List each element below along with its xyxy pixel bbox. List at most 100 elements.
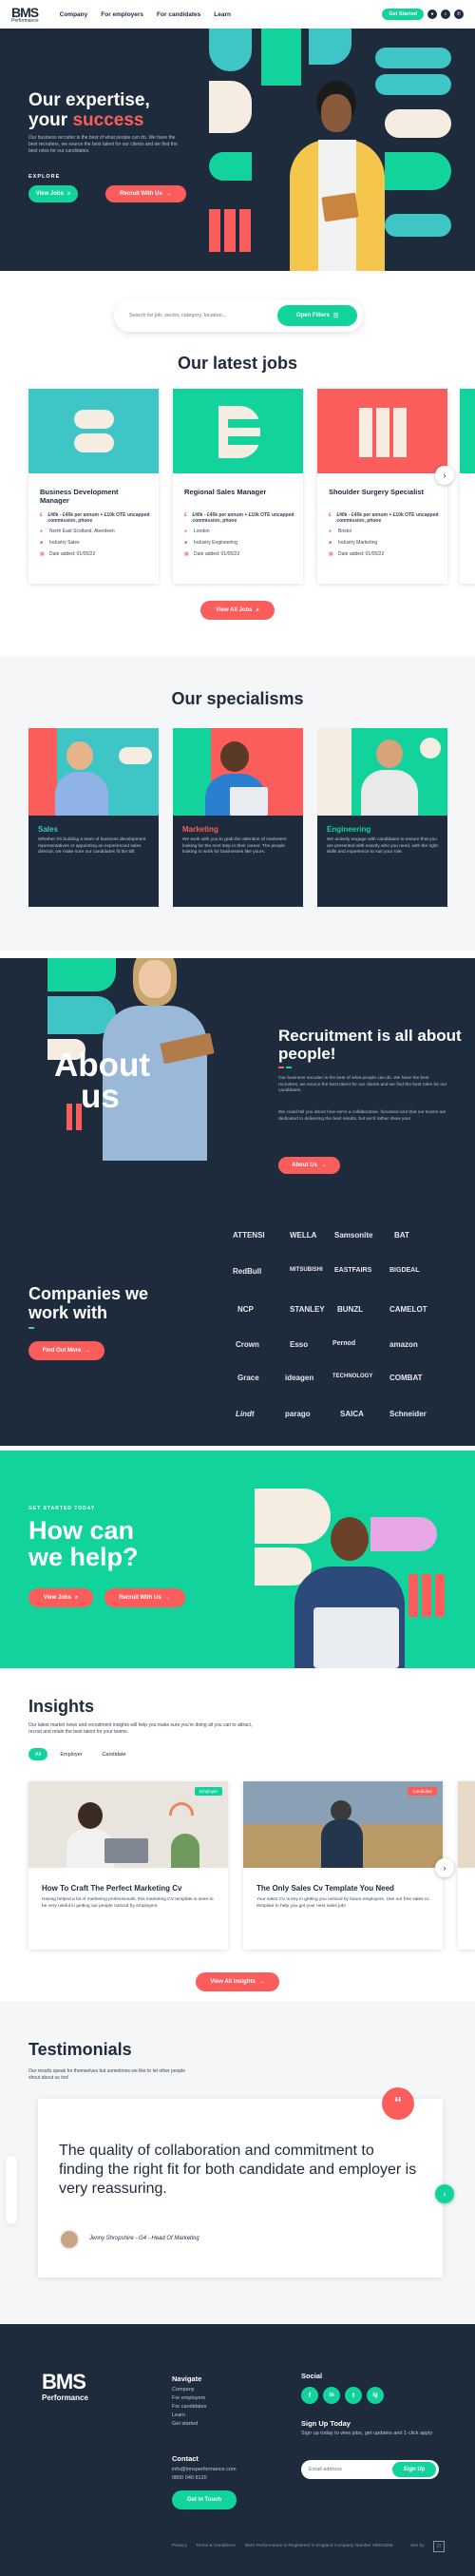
help-shape bbox=[435, 1574, 445, 1617]
footer-contact-heading: Contact bbox=[172, 2454, 199, 2463]
client-logo: COMBAT bbox=[390, 1374, 423, 1382]
pound-icon: £ bbox=[184, 512, 187, 518]
find-out-more-label: Find Out More bbox=[42, 1348, 82, 1354]
help-recruit-button[interactable]: Recruit With Us → bbox=[104, 1588, 185, 1607]
top-nav: BMS Performance Company For employers Fo… bbox=[0, 0, 475, 29]
job-location: ● London bbox=[184, 529, 298, 534]
hero-shape bbox=[239, 209, 251, 252]
privacy-link[interactable]: Privacy bbox=[172, 2544, 187, 2548]
hero-shape bbox=[209, 81, 252, 133]
specialism-card-sales[interactable]: Sales Whether it's building a team of bu… bbox=[28, 728, 159, 907]
specialism-text: Whether it's building a team of business… bbox=[38, 837, 146, 855]
specialism-card-engineering[interactable]: Engineering We actively engage with cand… bbox=[317, 728, 447, 907]
footer-link-employers[interactable]: For employers bbox=[172, 2395, 205, 2401]
job-card[interactable]: Shoulder Surgery Specialist £ £40k - £45k… bbox=[317, 389, 447, 584]
specialism-title: Sales bbox=[38, 825, 58, 834]
help-view-jobs-button[interactable]: View Jobs ⌕ bbox=[28, 1588, 93, 1607]
nav-link-candidates[interactable]: For candidates bbox=[157, 11, 200, 18]
hero: Our expertise, your success Our business… bbox=[0, 29, 475, 271]
nav-link-company[interactable]: Company bbox=[60, 11, 88, 18]
insights-next-arrow-icon[interactable]: › bbox=[435, 1858, 454, 1877]
filter-chip-employer[interactable]: Employer bbox=[53, 1748, 89, 1760]
agency-logo-icon[interactable]: D bbox=[433, 2541, 445, 2552]
footer-link-candidates[interactable]: For candidates bbox=[172, 2404, 206, 2410]
client-logo: RedBull bbox=[233, 1267, 262, 1276]
hero-title-accent: success bbox=[72, 110, 144, 130]
client-logo: Grace bbox=[238, 1374, 259, 1382]
footer-email-link[interactable]: info@bmsperformance.com bbox=[172, 2467, 237, 2472]
twitter-icon[interactable]: t bbox=[345, 2387, 362, 2404]
footer-logo[interactable]: BMS bbox=[42, 2370, 86, 2394]
job-date-text: Date added: 01/05/22 bbox=[194, 551, 240, 557]
terms-link[interactable]: Terms & Conditions bbox=[196, 2544, 236, 2548]
nav-link-learn[interactable]: Learn bbox=[214, 11, 231, 18]
jobs-next-arrow-icon[interactable]: › bbox=[435, 466, 454, 485]
insight-card[interactable]: Candidate The Only Sales Cv Template You… bbox=[243, 1781, 443, 1950]
recruit-label: Recruit With Us bbox=[120, 191, 162, 197]
footer-signup-button[interactable]: Sign Up bbox=[392, 2462, 436, 2477]
filter-icon: ☰ bbox=[332, 313, 339, 319]
facebook-icon[interactable]: f bbox=[301, 2387, 318, 2404]
footer-phone-link[interactable]: 0800 040 8120 bbox=[172, 2475, 207, 2481]
footer-link-learn[interactable]: Learn bbox=[172, 2413, 185, 2418]
help-section: GET STARTED TODAY How can we help? View J… bbox=[0, 1451, 475, 1668]
specialism-image bbox=[28, 728, 159, 816]
search-icon[interactable]: ⌕ bbox=[441, 10, 450, 19]
filter-chip-all[interactable]: All bbox=[28, 1748, 48, 1760]
arrow-right-icon: → bbox=[165, 191, 172, 197]
get-started-button[interactable]: Get Started bbox=[382, 9, 424, 20]
get-in-touch-button[interactable]: Get In Touch bbox=[172, 2490, 237, 2509]
job-title: Shoulder Surgery Specialist bbox=[329, 488, 425, 496]
footer-navigate-heading: Navigate bbox=[172, 2374, 202, 2383]
logo[interactable]: BMS Performance bbox=[11, 6, 39, 24]
testimonial-next-arrow-icon[interactable]: › bbox=[435, 2184, 454, 2203]
calendar-icon: ▦ bbox=[184, 551, 189, 557]
job-sector: ■ Industry Engineering bbox=[184, 540, 298, 546]
nav-link-employers[interactable]: For employers bbox=[101, 11, 143, 18]
footer-link-get-started[interactable]: Get started bbox=[172, 2421, 198, 2427]
specialism-card-marketing[interactable]: Marketing We work with you to grab the a… bbox=[173, 728, 303, 907]
testimonial-author: Jenny Shropshire - G4 - Head Of Marketin… bbox=[89, 2236, 200, 2241]
job-location: ● North East Scotland, Aberdeen bbox=[40, 529, 154, 534]
instagram-icon[interactable]: ig bbox=[367, 2387, 384, 2404]
insight-card[interactable]: Employer How To Craft The Perfect Market… bbox=[28, 1781, 228, 1950]
filter-chip-candidate[interactable]: Candidate bbox=[95, 1748, 133, 1760]
client-logo: ATTENSI bbox=[233, 1231, 265, 1240]
insight-card-partial[interactable] bbox=[458, 1781, 475, 1950]
view-jobs-label: View Jobs bbox=[35, 191, 64, 197]
footer-link-company[interactable]: Company bbox=[172, 2387, 195, 2393]
client-logo: EASTFAIRS bbox=[334, 1267, 372, 1274]
insights-title: Insights bbox=[28, 1697, 95, 1716]
open-filters-button[interactable]: Open Filters ☰ bbox=[277, 305, 357, 326]
hero-shape bbox=[209, 209, 220, 252]
job-card[interactable]: Business Development Manager £ £40k - £45… bbox=[28, 389, 159, 584]
explore-label: EXPLORE bbox=[28, 174, 61, 180]
view-jobs-button[interactable]: View Jobs ⌕ bbox=[28, 185, 78, 202]
client-logo: parago bbox=[285, 1410, 311, 1418]
find-out-more-button[interactable]: Find Out More → bbox=[28, 1341, 104, 1360]
page: BMS Performance Company For employers Fo… bbox=[0, 0, 475, 2576]
job-date-text: Date added: 01/05/22 bbox=[338, 551, 385, 557]
phone-icon[interactable]: ✆ bbox=[454, 10, 464, 19]
user-icon[interactable]: ● bbox=[428, 10, 437, 19]
view-all-jobs-button[interactable]: View All Jobs ⌕ bbox=[200, 601, 275, 620]
client-logo: Samsonite bbox=[334, 1231, 373, 1240]
recruit-button[interactable]: Recruit With Us → bbox=[105, 185, 186, 202]
help-recruit-label: Recruit With Us bbox=[119, 1595, 162, 1601]
pound-icon: £ bbox=[40, 512, 43, 518]
client-logo: amazon bbox=[390, 1340, 418, 1349]
job-search-input[interactable] bbox=[129, 313, 277, 318]
about-us-button[interactable]: About Us → bbox=[278, 1157, 340, 1174]
job-card[interactable]: Regional Sales Manager £ £40k - £45k per … bbox=[173, 389, 303, 584]
insight-badge: Candidate bbox=[408, 1787, 437, 1796]
logo-mark: BMS bbox=[11, 4, 39, 20]
linkedin-icon[interactable]: in bbox=[323, 2387, 340, 2404]
hero-shape bbox=[385, 214, 451, 237]
job-card-partial[interactable] bbox=[460, 389, 475, 584]
client-logo: STANLEY bbox=[290, 1305, 325, 1314]
view-all-insights-button[interactable]: View All Insights → bbox=[196, 1972, 279, 1991]
search-icon: ⌕ bbox=[74, 1594, 79, 1601]
job-location-text: Bristol bbox=[338, 529, 352, 534]
nav-links: Company For employers For candidates Lea… bbox=[60, 11, 231, 18]
client-logo: NCP bbox=[238, 1305, 254, 1314]
